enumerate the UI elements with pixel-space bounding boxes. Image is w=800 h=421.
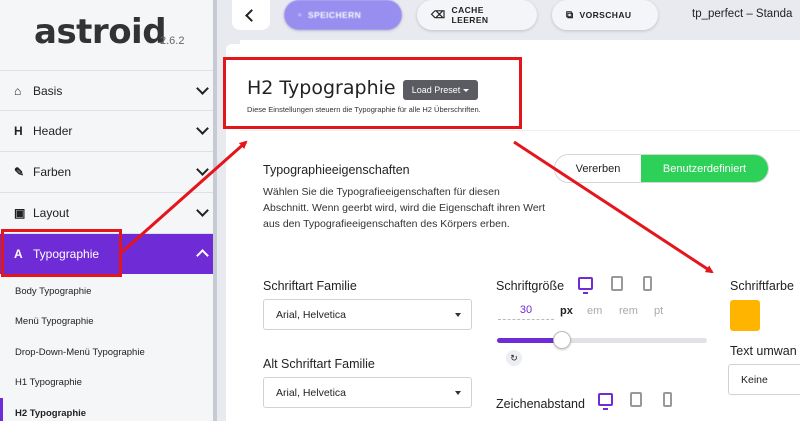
submenu-item-h1[interactable]: H1 Typographie (0, 367, 217, 397)
home-icon: ⌂ (14, 83, 22, 98)
layout-icon: ▣ (14, 205, 26, 220)
sidebar-item-label: Layout (33, 205, 70, 220)
clear-cache-label: CACHE LEEREN (451, 5, 489, 25)
highlight-box-title (223, 57, 522, 129)
tablet-icon[interactable] (611, 276, 623, 291)
sidebar-item-basis[interactable]: ⌂ Basis (0, 70, 217, 110)
font-family-label: Schriftart Familie (263, 279, 357, 293)
sidebar-item-header[interactable]: H Header (0, 110, 217, 150)
desktop-icon[interactable] (598, 393, 613, 410)
text-transform-value: Keine (741, 373, 768, 386)
chevron-up-icon (196, 249, 209, 262)
inherit-toggle: Vererben Benutzerdefiniert (554, 154, 769, 183)
tablet-icon[interactable] (630, 392, 642, 407)
font-color-swatch[interactable] (730, 300, 760, 331)
phone-icon[interactable] (663, 392, 672, 407)
sidebar-item-layout[interactable]: ▣ Layout (0, 192, 217, 232)
font-family-value: Arial, Helvetica (276, 308, 347, 321)
back-button[interactable] (232, 0, 270, 30)
save-icon: ▫ (298, 9, 302, 21)
heading-icon: H (14, 123, 23, 138)
version-label: 2.6.2 (160, 35, 185, 47)
preview-button[interactable]: ⧉ VORSCHAU (552, 0, 658, 30)
unit-px[interactable]: px (560, 305, 573, 317)
external-link-icon: ⧉ (566, 9, 574, 21)
unit-em[interactable]: em (587, 305, 602, 317)
sidebar-scrollbar[interactable] (213, 0, 217, 421)
app-root: astroid 2.6.2 ⌂ Basis H Header ✎ Farben … (0, 0, 800, 421)
sidebar: astroid 2.6.2 ⌂ Basis H Header ✎ Farben … (0, 0, 217, 421)
app-logo: astroid (34, 12, 167, 52)
sidebar-item-label: Farben (33, 164, 72, 179)
submenu-item-dropdown[interactable]: Drop-Down-Menü Typographie (0, 337, 217, 367)
caret-down-icon (455, 391, 461, 395)
sidebar-item-farben[interactable]: ✎ Farben (0, 151, 217, 191)
submenu-item-menu[interactable]: Menü Typographie (0, 306, 217, 336)
eraser-icon: ⌫ (431, 9, 446, 21)
font-size-input[interactable]: 30 (498, 302, 554, 320)
font-color-label: Schriftfarbe (730, 279, 794, 293)
section-divider (240, 130, 800, 131)
text-transform-select[interactable]: Keine (728, 364, 800, 395)
inherit-option[interactable]: Vererben (555, 155, 641, 182)
preview-label: VORSCHAU (579, 10, 632, 20)
font-size-slider-handle[interactable] (553, 331, 571, 349)
chevron-down-icon (196, 204, 209, 217)
chevron-down-icon (196, 163, 209, 176)
text-transform-label: Text umwan (730, 344, 797, 358)
alt-font-family-value: Arial, Helvetica (276, 386, 347, 399)
chevron-down-icon (196, 82, 209, 95)
top-toolbar: ▫ SPEICHERN ⌫ CACHE LEEREN ⧉ VORSCHAU tp… (218, 0, 800, 40)
sidebar-item-label: Header (33, 123, 73, 138)
properties-title: Typographieeigenschaften (263, 163, 410, 177)
font-size-label: Schriftgröße (496, 279, 565, 293)
font-family-select[interactable]: Arial, Helvetica (263, 299, 472, 330)
desktop-icon[interactable] (578, 277, 593, 294)
unit-rem[interactable]: rem (619, 305, 638, 317)
unit-pt[interactable]: pt (654, 305, 663, 317)
save-label: SPEICHERN (307, 10, 362, 20)
submenu-item-body[interactable]: Body Typographie (0, 276, 217, 306)
highlight-box-sidebar (1, 229, 122, 277)
reset-icon[interactable]: ↻ (506, 350, 522, 366)
brush-icon: ✎ (14, 164, 25, 179)
caret-down-icon (455, 313, 461, 317)
chevron-down-icon (196, 122, 209, 135)
submenu-item-h2[interactable]: H2 Typographie (0, 398, 217, 421)
sidebar-item-label: Basis (33, 83, 63, 98)
save-button[interactable]: ▫ SPEICHERN (284, 0, 402, 30)
phone-icon[interactable] (643, 276, 652, 291)
properties-description: Wählen Sie die Typografieeigenschaften f… (263, 186, 546, 230)
chevron-left-icon (244, 8, 258, 22)
template-title: tp_perfect – Standa (692, 8, 793, 20)
letter-spacing-label: Zeichenabstand (496, 397, 585, 411)
custom-option[interactable]: Benutzerdefiniert (641, 155, 768, 182)
alt-font-family-select[interactable]: Arial, Helvetica (263, 377, 472, 408)
alt-font-family-label: Alt Schriftart Familie (263, 357, 375, 371)
clear-cache-button[interactable]: ⌫ CACHE LEEREN (417, 0, 537, 30)
